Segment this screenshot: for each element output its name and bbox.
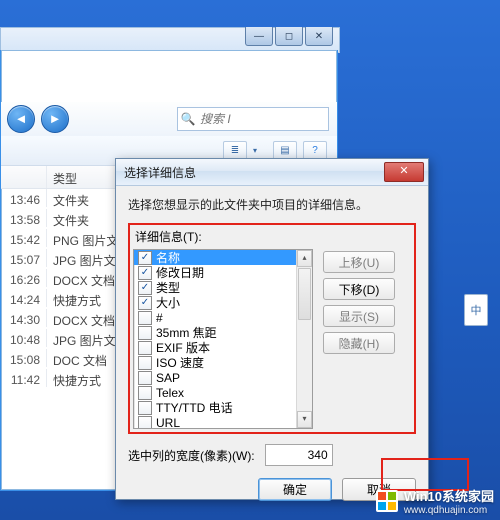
scroll-thumb[interactable] (298, 268, 311, 320)
checkbox[interactable] (138, 401, 152, 415)
hide-button[interactable]: 隐藏(H) (323, 332, 395, 354)
checkbox[interactable]: ✓ (138, 281, 152, 295)
checklist-item[interactable]: Telex (134, 385, 298, 400)
checkbox[interactable] (138, 371, 152, 385)
move-up-button[interactable]: 上移(U) (323, 251, 395, 273)
checklist-item[interactable]: TTY/TTD 电话 (134, 400, 298, 415)
cell-time: 14:24 (1, 289, 47, 307)
checkbox[interactable]: ✓ (138, 296, 152, 310)
checkbox[interactable] (138, 341, 152, 355)
checkbox[interactable] (138, 326, 152, 340)
cell-time: 13:58 (1, 209, 47, 227)
dialog-instruction: 选择您想显示的此文件夹中项目的详细信息。 (128, 196, 416, 213)
checklist-item[interactable]: SAP (134, 370, 298, 385)
cell-time: 15:42 (1, 229, 47, 247)
checklist-item-label: ISO 速度 (156, 354, 204, 371)
cell-time: 14:30 (1, 309, 47, 327)
watermark-title: Win10系统家园 (404, 489, 494, 504)
checklist-item[interactable]: ISO 速度 (134, 355, 298, 370)
column-width-label: 选中列的宽度(像素)(W): (128, 447, 255, 464)
checkbox[interactable] (138, 311, 152, 325)
column-header[interactable] (1, 166, 47, 188)
checkbox[interactable] (138, 416, 152, 430)
checklist-item[interactable]: 35mm 焦距 (134, 325, 298, 340)
cell-time: 15:08 (1, 349, 47, 367)
watermark: Win10系统家园 www.qdhuajin.com (376, 486, 494, 516)
checklist-item[interactable]: ✓ 大小 (134, 295, 298, 310)
checkbox[interactable]: ✓ (138, 251, 152, 265)
dialog-close-button[interactable]: ✕ (384, 162, 424, 182)
checklist-item-label: 大小 (156, 294, 180, 311)
checklist-item-label: Telex (156, 386, 184, 400)
desktop-ime-icon[interactable]: 中 (464, 294, 488, 326)
chevron-down-icon[interactable]: ▾ (253, 146, 267, 155)
details-checklist[interactable]: ✓名称✓修改日期✓类型✓大小#35mm 焦距EXIF 版本ISO 速度SAPTe… (133, 249, 313, 429)
annotation-highlight: 详细信息(T): ✓名称✓修改日期✓类型✓大小#35mm 焦距EXIF 版本IS… (128, 223, 416, 434)
show-button[interactable]: 显示(S) (323, 305, 395, 327)
search-input[interactable] (198, 111, 312, 127)
scrollbar[interactable]: ▴ ▾ (296, 250, 312, 428)
checklist-item-label: SAP (156, 371, 180, 385)
search-icon: 🔍 (178, 112, 198, 126)
cell-time: 13:46 (1, 189, 47, 207)
checklist-item-label: # (156, 311, 163, 325)
checkbox[interactable] (138, 386, 152, 400)
nav-forward-button[interactable]: ► (41, 105, 69, 133)
checklist-item[interactable]: # (134, 310, 298, 325)
nav-back-button[interactable]: ◄ (7, 105, 35, 133)
move-down-button[interactable]: 下移(D) (323, 278, 395, 300)
ok-button[interactable]: 确定 (258, 478, 332, 501)
checklist-item-label: TTY/TTD 电话 (156, 399, 233, 416)
windows-logo-icon (376, 490, 398, 512)
column-width-input[interactable] (265, 444, 333, 466)
watermark-url: www.qdhuajin.com (404, 505, 494, 516)
checkbox[interactable]: ✓ (138, 266, 152, 280)
maximize-icon[interactable]: ◻ (275, 27, 303, 46)
scroll-track[interactable] (297, 321, 312, 411)
explorer-nav-toolbar: ◄ ► 🔍 (1, 102, 337, 137)
checklist-item[interactable]: ✓名称 (134, 250, 298, 265)
checklist-item[interactable]: ✓类型 (134, 280, 298, 295)
scroll-up-button[interactable]: ▴ (297, 250, 312, 267)
dialog-titlebar[interactable]: 选择详细信息 ✕ (116, 159, 428, 186)
dialog-title: 选择详细信息 (124, 164, 196, 181)
cell-time: 10:48 (1, 329, 47, 347)
checkbox[interactable] (138, 356, 152, 370)
cell-time: 15:07 (1, 249, 47, 267)
checklist-item[interactable]: ✓修改日期 (134, 265, 298, 280)
cell-time: 16:26 (1, 269, 47, 287)
checklist-item[interactable]: EXIF 版本 (134, 340, 298, 355)
minimize-icon[interactable]: — (245, 27, 273, 46)
choose-details-dialog: 选择详细信息 ✕ 选择您想显示的此文件夹中项目的详细信息。 详细信息(T): ✓… (115, 158, 429, 500)
checklist-item[interactable]: URL (134, 415, 298, 429)
explorer-search-box[interactable]: 🔍 (177, 107, 329, 131)
checklist-item-label: URL (156, 416, 180, 430)
close-icon[interactable]: ✕ (305, 27, 333, 46)
details-list-label: 详细信息(T): (135, 228, 411, 245)
scroll-down-button[interactable]: ▾ (297, 411, 312, 428)
cell-time: 11:42 (1, 369, 47, 387)
